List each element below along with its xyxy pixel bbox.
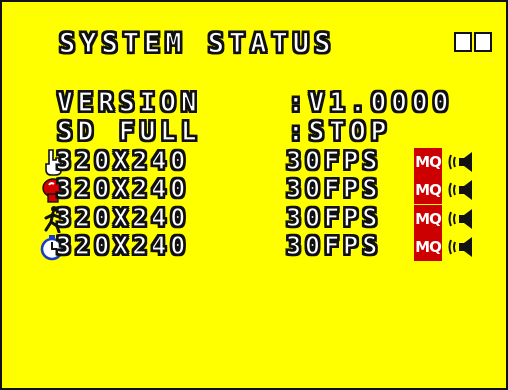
sd-full-value: :STOP [287,117,392,147]
page-title: SYSTEM STATUS [58,28,336,59]
quality-badge: MQ [414,205,442,233]
speaker-icon [448,152,472,172]
speaker-icon [448,209,472,229]
resolution-text: 320X240 [55,231,190,260]
resolution-text: 320X240 [55,146,190,175]
speaker-icon [448,237,472,257]
channel-row: 320X240 30FPS MQ [40,203,480,233]
fps-text: 30FPS [285,231,382,260]
version-value: :V1.0000 [287,88,454,118]
fps-text: 30FPS [285,174,382,203]
fps-text: 30FPS [285,146,382,175]
resolution-text: 320X240 [55,203,190,232]
window-box-icon [474,32,492,52]
channel-row: 320X240 30FPS MQ [40,231,480,261]
window-box-icon [454,32,472,52]
channel-row: 320X240 30FPS MQ [40,174,480,204]
resolution-text: 320X240 [55,174,190,203]
speaker-icon [448,180,472,200]
version-label: VERSION [56,88,202,118]
quality-badge: MQ [414,148,442,176]
quality-badge: MQ [414,233,442,261]
quality-badge: MQ [414,176,442,204]
sd-full-label: SD FULL [56,117,202,147]
osd-screen: SYSTEM STATUS VERSION :V1.0000 SD FULL :… [0,0,508,390]
channel-row: 320X240 30FPS MQ [40,146,480,176]
fps-text: 30FPS [285,203,382,232]
